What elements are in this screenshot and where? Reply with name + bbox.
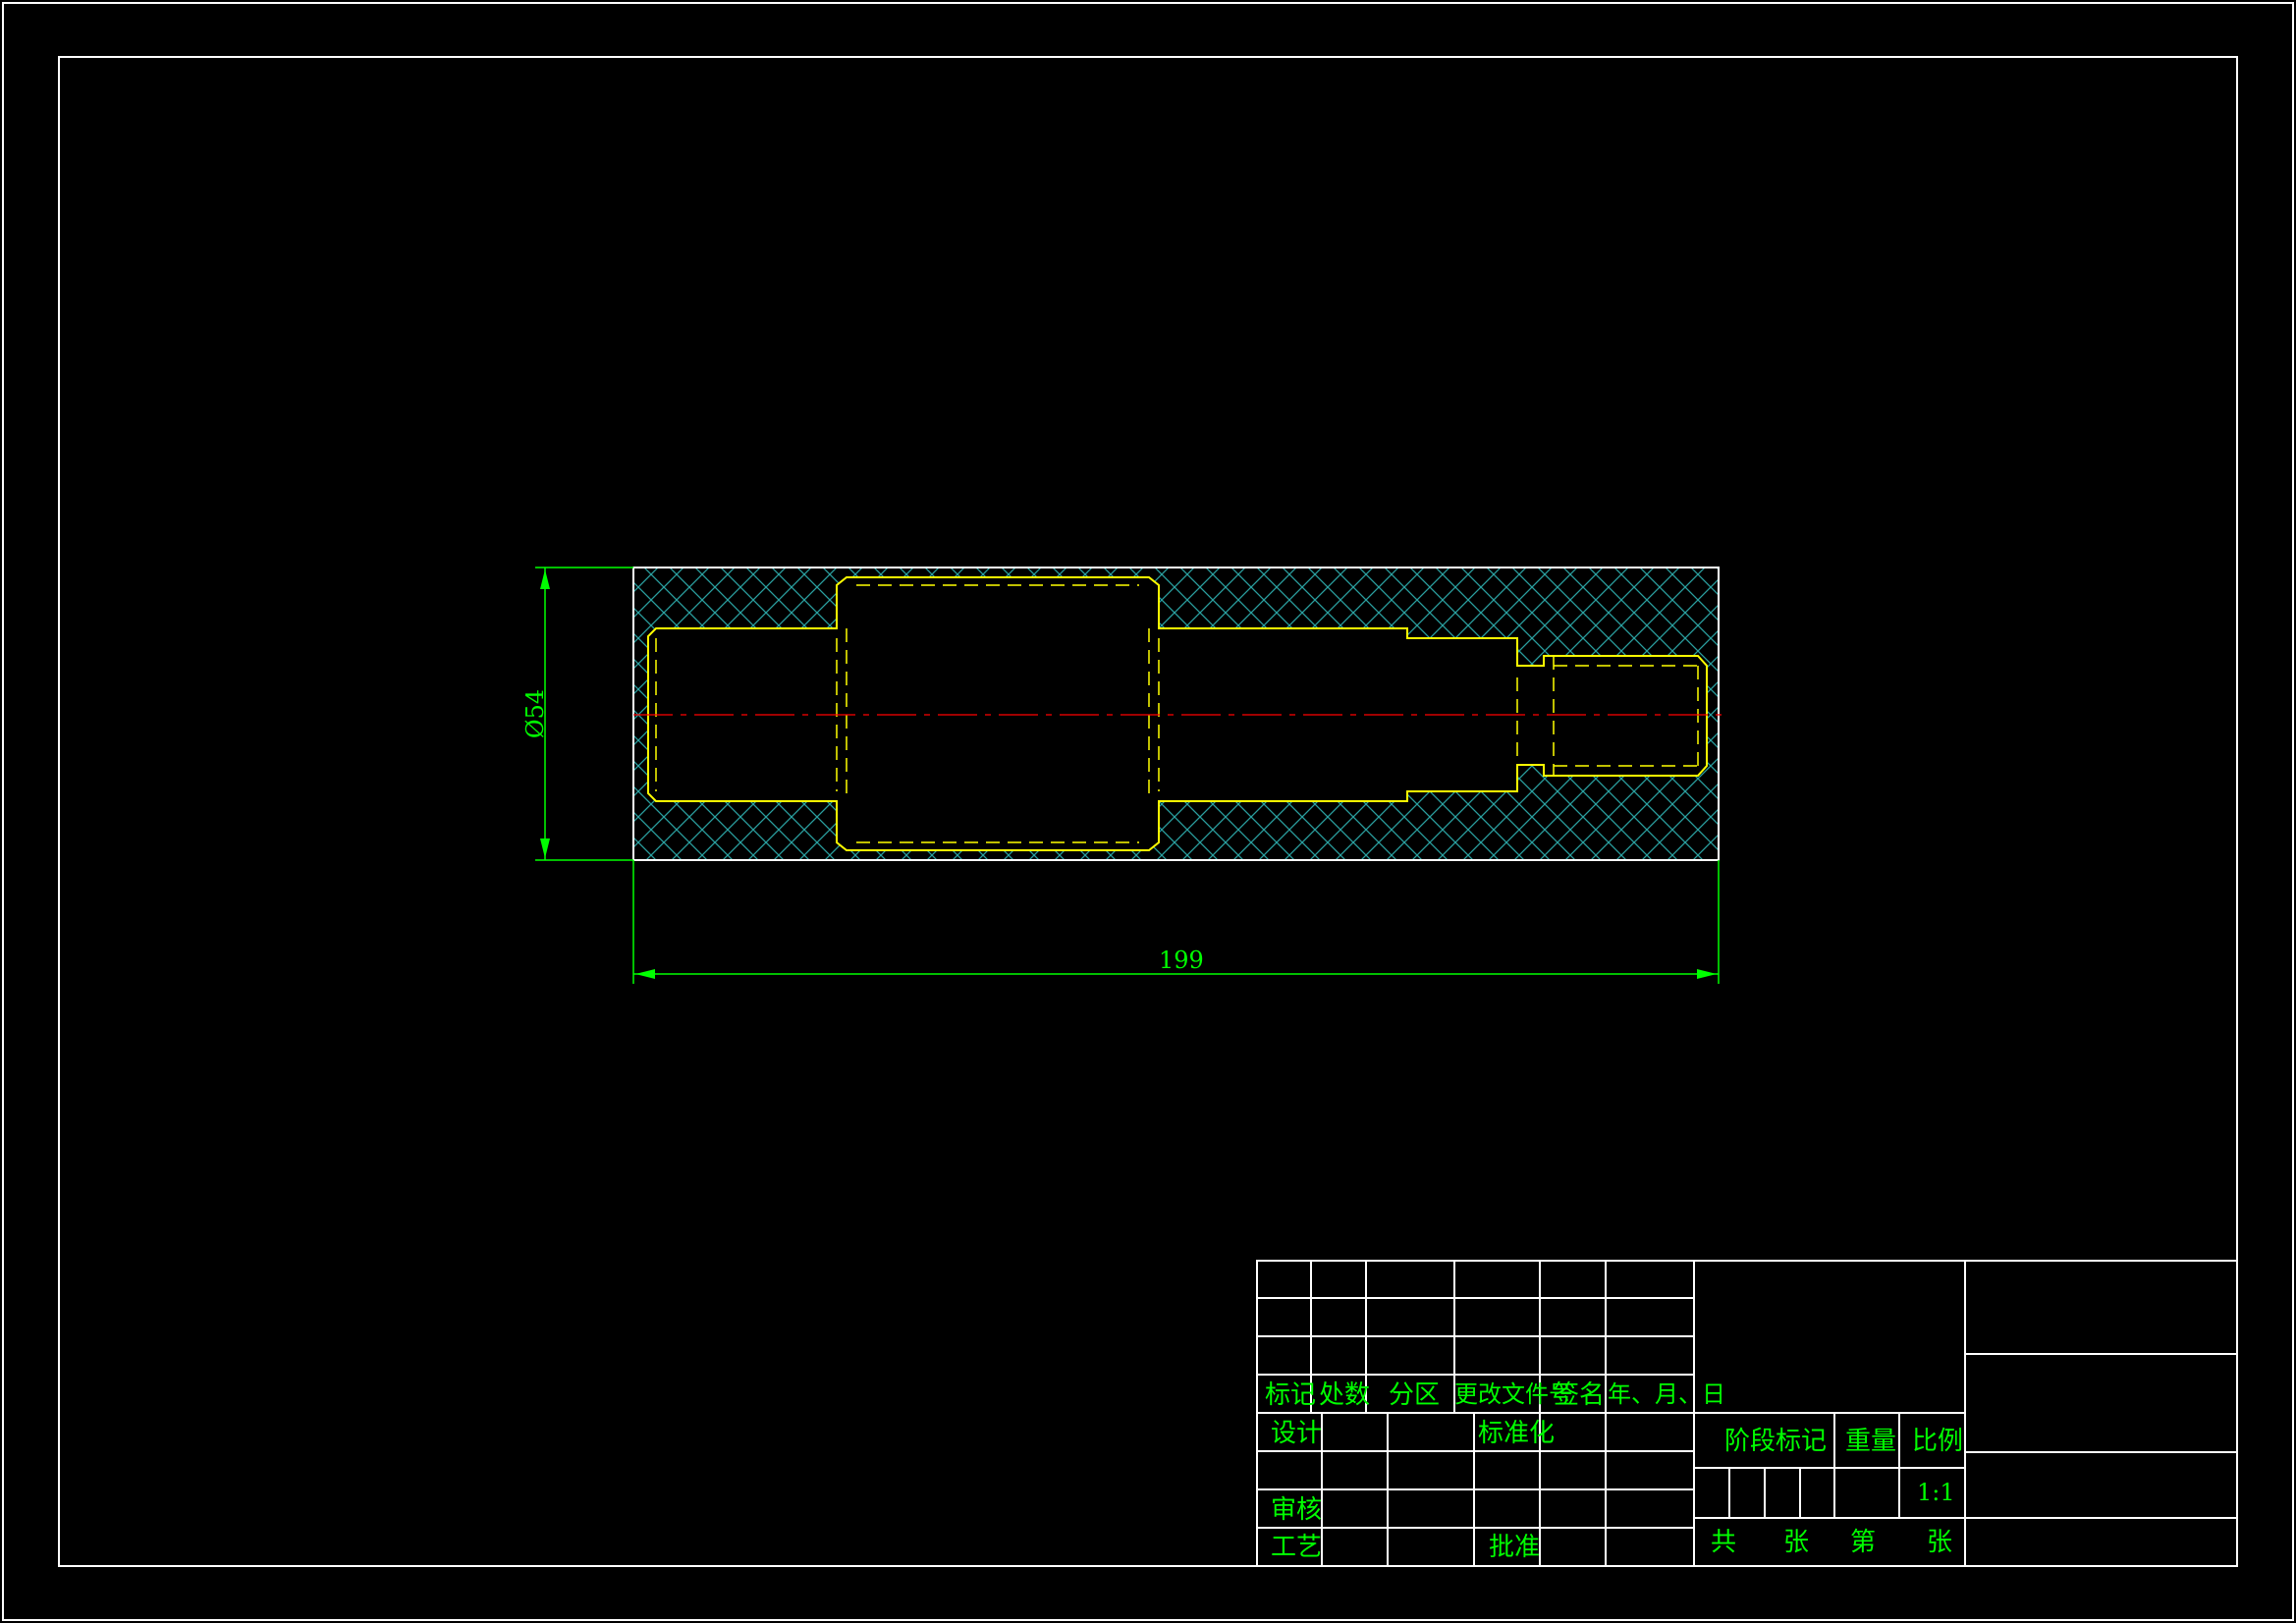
tb-scale-value: 1:1 [1917,1479,1955,1506]
diameter-dimension-text: Ø54 [521,688,550,739]
part-section [632,567,1728,861]
tb-weight-label: 重量 [1845,1427,1897,1456]
tb-zone-label: 分区 [1389,1380,1441,1410]
tb-stage-mark-label: 阶段标记 [1724,1427,1828,1456]
tb-number-label: 第 [1850,1528,1877,1557]
tb-design-label: 设计 [1271,1419,1323,1448]
tb-approve-label: 批准 [1489,1533,1541,1562]
tb-mark-label: 标记 [1265,1380,1317,1410]
tb-review-label: 审核 [1271,1495,1323,1525]
tb-scale-label: 比例 [1912,1427,1964,1456]
tb-process-label: 工艺 [1271,1533,1323,1562]
tb-total-label: 共 [1711,1528,1737,1557]
tb-sheets-label: 张 [1783,1528,1810,1557]
tb-signature-label: 签名 [1554,1380,1606,1410]
title-block-grid [1256,1260,2238,1567]
tb-sheet-label: 张 [1927,1528,1953,1557]
cad-drawing [2,2,2294,1621]
tb-date-label: 年、月、日 [1608,1380,1725,1408]
length-dimension-text: 199 [1159,947,1204,974]
tb-standardization-label: 标准化 [1478,1419,1556,1448]
tb-count-label: 处数 [1319,1380,1371,1410]
